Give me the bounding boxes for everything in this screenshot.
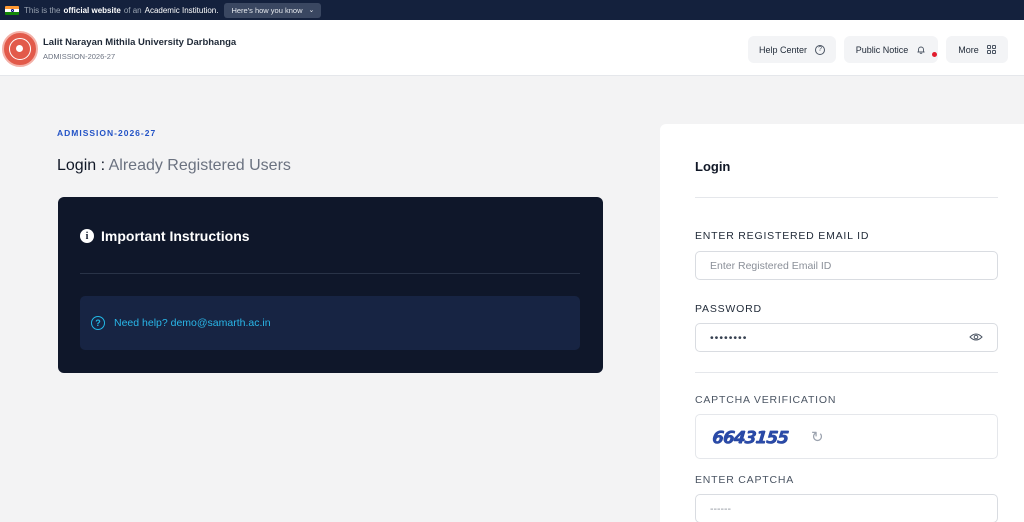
enter-captcha-label: ENTER CAPTCHA	[695, 474, 795, 486]
help-center-button[interactable]: Help Center ?	[748, 36, 836, 63]
more-label: More	[958, 44, 979, 55]
eye-icon[interactable]	[969, 332, 983, 342]
question-circle-icon: ?	[91, 316, 105, 330]
university-name[interactable]: Lalit Narayan Mithila University Darbhan…	[43, 37, 236, 48]
india-flag-icon	[5, 5, 19, 15]
help-contact-box: ? Need help? demo@samarth.ac.in	[80, 296, 580, 350]
login-panel-title: Login	[695, 159, 731, 174]
page-title: Login : Already Registered Users	[57, 157, 291, 175]
chevron-down-icon: ⌄	[308, 7, 315, 14]
gov-banner-middle: of an	[123, 5, 142, 15]
captcha-image: 6643155	[710, 428, 789, 448]
instructions-divider	[80, 273, 580, 274]
header-subtitle: ADMISSION-2026-27	[43, 52, 116, 61]
email-field[interactable]	[695, 251, 998, 280]
more-button[interactable]: More	[946, 36, 1008, 63]
how-you-know-button[interactable]: Here's how you know ⌄	[224, 2, 322, 18]
refresh-icon[interactable]: ↻	[811, 428, 824, 446]
gov-banner-institution: Academic Institution.	[144, 5, 219, 15]
login-panel: Login ENTER REGISTERED EMAIL ID PASSWORD…	[660, 124, 1024, 522]
info-icon: i	[80, 229, 94, 243]
email-label: ENTER REGISTERED EMAIL ID	[695, 230, 870, 242]
panel-divider	[695, 197, 998, 198]
panel-divider	[695, 372, 998, 373]
password-label: PASSWORD	[695, 303, 762, 315]
site-header: Lalit Narayan Mithila University Darbhan…	[0, 20, 1024, 76]
captcha-box: 6643155 ↻	[695, 414, 998, 459]
help-contact-text[interactable]: Need help? demo@samarth.ac.in	[114, 317, 271, 329]
help-center-label: Help Center	[758, 44, 808, 55]
question-circle-icon: ?	[815, 44, 826, 55]
public-notice-label: Public Notice	[855, 44, 909, 55]
bell-icon	[917, 46, 925, 54]
instructions-title: Important Instructions	[101, 228, 250, 244]
gov-banner-highlight: official website	[63, 5, 121, 15]
instructions-header: i Important Instructions	[80, 228, 250, 244]
password-field[interactable]	[695, 323, 998, 352]
page-title-rest: Already Registered Users	[108, 157, 291, 174]
public-notice-button[interactable]: Public Notice	[844, 36, 938, 63]
gov-banner: This is the official website of an Acade…	[0, 0, 1024, 20]
notification-dot	[932, 52, 937, 57]
captcha-label: CAPTCHA VERIFICATION	[695, 394, 837, 406]
grid-icon	[986, 45, 996, 54]
captcha-input[interactable]	[695, 494, 998, 522]
page-title-prefix: Login :	[57, 157, 106, 174]
university-logo[interactable]	[2, 31, 38, 67]
admission-label: ADMISSION-2026-27	[57, 128, 157, 138]
how-you-know-label: Here's how you know	[231, 5, 303, 15]
gov-banner-prefix: This is the	[24, 5, 61, 15]
instructions-card: i Important Instructions ? Need help? de…	[58, 197, 603, 373]
